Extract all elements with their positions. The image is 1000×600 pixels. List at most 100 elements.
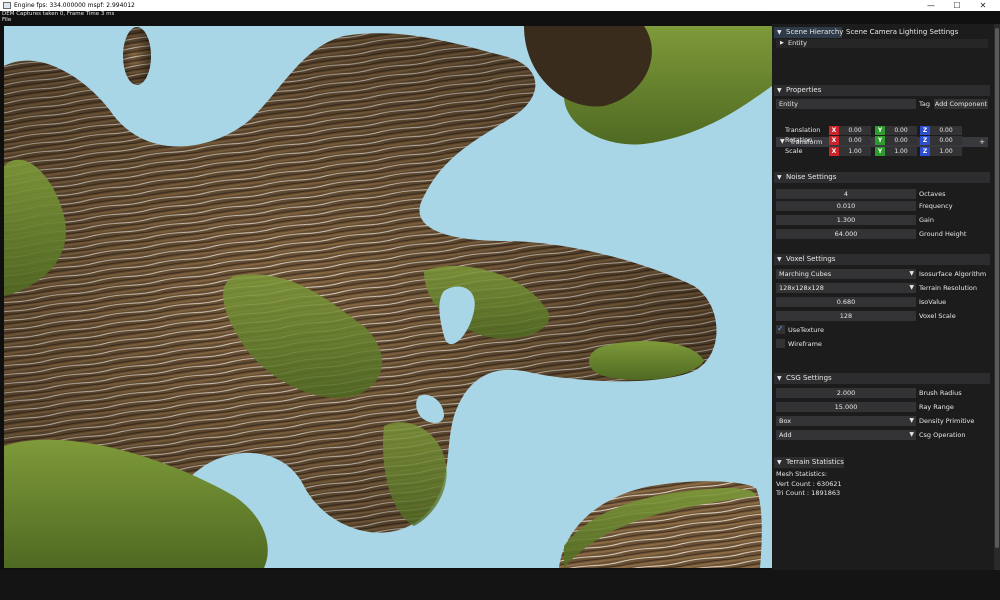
axis-z-icon: Z bbox=[920, 136, 930, 145]
chevron-down-icon: ▼ bbox=[909, 431, 914, 438]
collapse-icon: ▼ bbox=[777, 29, 782, 36]
octaves-input[interactable]: 4 bbox=[776, 189, 916, 199]
translation-label: Translation bbox=[785, 126, 821, 134]
vert-count: Vert Count : 630621 bbox=[776, 479, 842, 488]
terrain-statistics-header[interactable]: ▼ Terrain Statistics bbox=[774, 457, 844, 468]
app-icon bbox=[3, 2, 11, 9]
isovalue-input[interactable]: 0.680 bbox=[776, 297, 916, 307]
isosurface-algorithm-select[interactable]: Marching Cubes ▼ bbox=[776, 269, 916, 279]
scale-y-input[interactable]: 1.00 bbox=[885, 147, 917, 156]
frequency-input[interactable]: 0.010 bbox=[776, 201, 916, 211]
check-icon: ✓ bbox=[777, 324, 784, 333]
section-title: Terrain Statistics bbox=[786, 458, 844, 466]
status-overlay: DEM Captures taken 0, Frame Time 3 ms Fi… bbox=[0, 11, 770, 23]
bottom-bar bbox=[0, 570, 1000, 600]
noise-settings-header[interactable]: ▼ Noise Settings bbox=[774, 172, 990, 183]
chevron-down-icon: ▼ bbox=[909, 284, 914, 291]
scene-viewport[interactable] bbox=[4, 26, 772, 568]
select-value: Marching Cubes bbox=[779, 270, 832, 278]
gain-input[interactable]: 1.300 bbox=[776, 215, 916, 225]
terrain-resolution-label: Terrain Resolution bbox=[919, 284, 978, 292]
axis-y-icon: Y bbox=[875, 126, 885, 135]
octaves-label: Octaves bbox=[919, 190, 946, 198]
transform-add-icon[interactable]: + bbox=[979, 137, 985, 147]
window-titlebar: Engine fps: 334.000000 mspf: 2.994012 — … bbox=[0, 0, 1000, 11]
tab-label: Scene Camera bbox=[846, 28, 898, 36]
axis-x-icon: X bbox=[829, 147, 839, 156]
rotation-z-input[interactable]: 0.00 bbox=[930, 136, 962, 145]
brush-radius-label: Brush Radius bbox=[919, 389, 962, 397]
translation-y-input[interactable]: 0.00 bbox=[885, 126, 917, 135]
axis-y-icon: Y bbox=[875, 136, 885, 145]
density-primitive-select[interactable]: Box ▼ bbox=[776, 416, 916, 426]
rotation-x-input[interactable]: 0.00 bbox=[839, 136, 871, 145]
translation-z-input[interactable]: 0.00 bbox=[930, 126, 962, 135]
ground-height-input[interactable]: 64.000 bbox=[776, 229, 916, 239]
inspector-scrollbar[interactable] bbox=[994, 24, 1000, 570]
csg-operation-select[interactable]: Add ▼ bbox=[776, 430, 916, 440]
file-menu[interactable]: File bbox=[2, 17, 770, 23]
csg-settings-header[interactable]: ▼ CSG Settings bbox=[774, 373, 990, 384]
select-value: 128x128x128 bbox=[779, 284, 824, 292]
brush-radius-input[interactable]: 2.000 bbox=[776, 388, 916, 398]
scale-z-input[interactable]: 1.00 bbox=[930, 147, 962, 156]
chevron-down-icon: ▼ bbox=[909, 417, 914, 424]
scrollbar-thumb[interactable] bbox=[995, 28, 999, 548]
collapse-icon: ▼ bbox=[777, 87, 782, 94]
entity-name-input[interactable]: Entity bbox=[776, 99, 916, 109]
mesh-statistics-title: Mesh Statistics: bbox=[776, 470, 828, 478]
tri-count: Tri Count : 1891863 bbox=[776, 489, 841, 497]
gain-label: Gain bbox=[919, 216, 934, 224]
tag-label: Tag bbox=[919, 100, 931, 108]
close-button[interactable]: ✕ bbox=[970, 0, 996, 11]
entity-label: Entity bbox=[788, 39, 807, 47]
select-value: Box bbox=[779, 417, 792, 425]
axis-y-icon: Y bbox=[875, 147, 885, 156]
tab-scene-camera[interactable]: Scene Camera bbox=[844, 27, 898, 38]
tab-label: Scene Hierarchy bbox=[786, 28, 844, 36]
chevron-down-icon: ▼ bbox=[909, 270, 914, 277]
axis-x-icon: X bbox=[829, 136, 839, 145]
section-title: Voxel Settings bbox=[786, 255, 836, 263]
add-component-button[interactable]: Add Component bbox=[934, 99, 988, 109]
window-title: Engine fps: 334.000000 mspf: 2.994012 bbox=[14, 2, 135, 9]
wireframe-checkbox[interactable] bbox=[776, 339, 785, 348]
properties-header[interactable]: ▼ Properties bbox=[774, 85, 990, 96]
terrain-render bbox=[4, 26, 772, 568]
section-title: CSG Settings bbox=[786, 374, 832, 382]
voxel-scale-input[interactable]: 128 bbox=[776, 311, 916, 321]
axis-z-icon: Z bbox=[920, 147, 930, 156]
use-texture-label: UseTexture bbox=[788, 326, 824, 334]
wireframe-label: Wireframe bbox=[788, 340, 822, 348]
voxel-scale-label: Voxel Scale bbox=[919, 312, 956, 320]
hierarchy-entity-item[interactable]: ▶ Entity bbox=[776, 39, 988, 48]
scale-x-input[interactable]: 1.00 bbox=[839, 147, 871, 156]
maximize-button[interactable]: ☐ bbox=[944, 0, 970, 11]
section-title: Noise Settings bbox=[786, 173, 837, 181]
hierarchy-tabbar: ▼ Scene Hierarchy Scene Camera Lighting … bbox=[774, 27, 990, 38]
ray-range-label: Ray Range bbox=[919, 403, 954, 411]
use-texture-checkbox[interactable]: ✓ bbox=[776, 324, 785, 334]
isovalue-label: IsoValue bbox=[919, 298, 947, 306]
frequency-label: Frequency bbox=[919, 202, 953, 210]
inspector-panel: ▼ Scene Hierarchy Scene Camera Lighting … bbox=[772, 24, 994, 570]
density-primitive-label: Density Primitive bbox=[919, 417, 975, 425]
axis-x-icon: X bbox=[829, 126, 839, 135]
collapse-icon: ▼ bbox=[777, 174, 782, 181]
tab-scene-hierarchy[interactable]: ▼ Scene Hierarchy bbox=[774, 27, 844, 38]
isosurface-algorithm-label: Isosurface Algorithm bbox=[919, 270, 987, 278]
ray-range-input[interactable]: 15.000 bbox=[776, 402, 916, 412]
minimize-button[interactable]: — bbox=[918, 0, 944, 11]
rotation-y-input[interactable]: 0.00 bbox=[885, 136, 917, 145]
csg-operation-label: Csg Operation bbox=[919, 431, 966, 439]
voxel-settings-header[interactable]: ▼ Voxel Settings bbox=[774, 254, 990, 265]
collapse-icon: ▼ bbox=[777, 256, 782, 263]
tab-lighting-settings[interactable]: Lighting Settings bbox=[897, 27, 990, 38]
collapse-icon: ▼ bbox=[777, 375, 782, 382]
terrain-resolution-select[interactable]: 128x128x128 ▼ bbox=[776, 283, 916, 293]
ground-height-label: Ground Height bbox=[919, 230, 967, 238]
translation-x-input[interactable]: 0.00 bbox=[839, 126, 871, 135]
scale-label: Scale bbox=[785, 147, 803, 155]
axis-z-icon: Z bbox=[920, 126, 930, 135]
section-title: Properties bbox=[786, 86, 822, 94]
